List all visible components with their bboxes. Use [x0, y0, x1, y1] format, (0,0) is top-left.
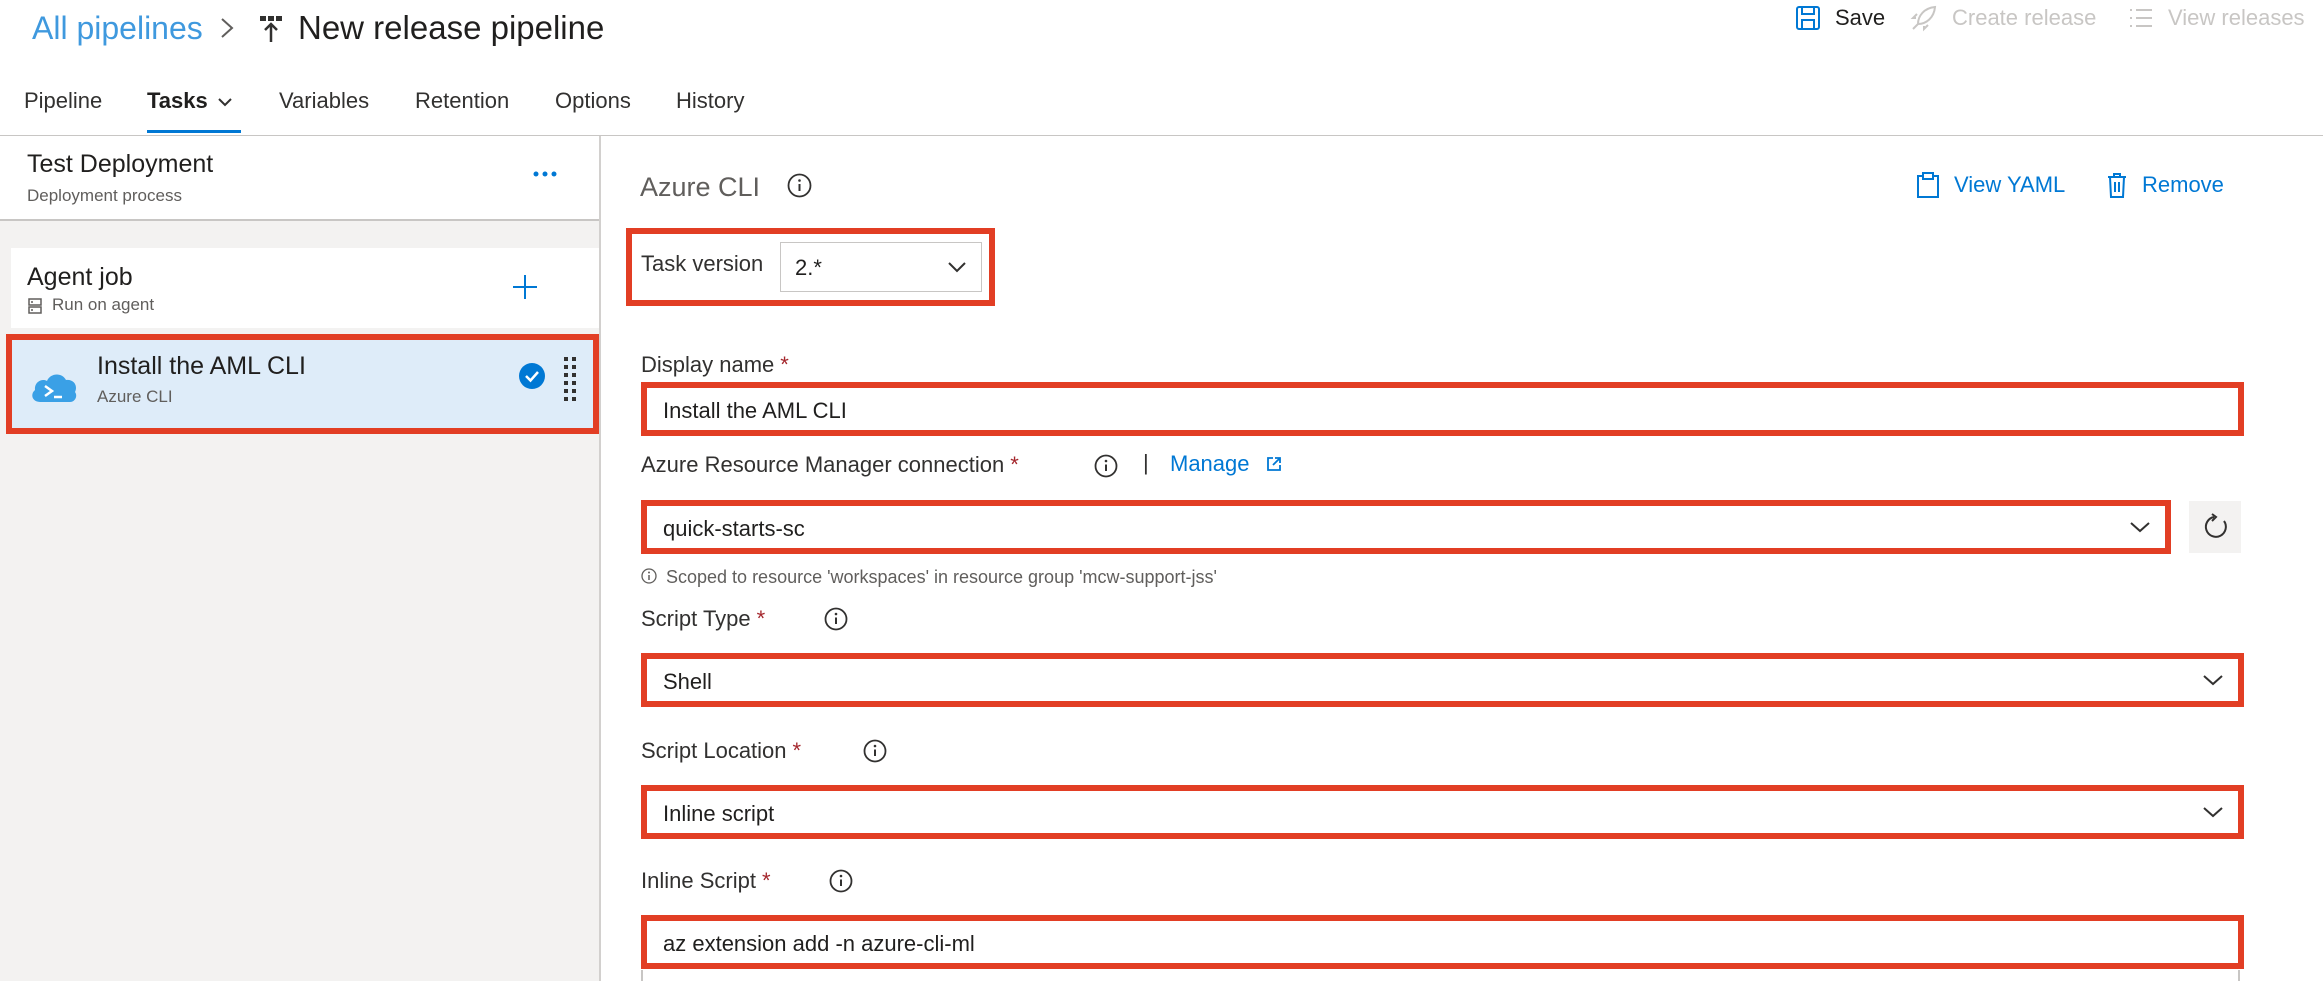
view-yaml-button[interactable]: View YAML: [1916, 168, 2065, 202]
inline-script-editor[interactable]: az extension add -n azure-cli-ml: [641, 915, 2244, 969]
create-release-label: Create release: [1952, 5, 2097, 30]
rocket-icon: [1910, 5, 1937, 32]
display-name-input[interactable]: Install the AML CLI: [641, 382, 2244, 436]
separator: |: [1143, 450, 1149, 475]
save-label: Save: [1835, 5, 1886, 30]
release-pipeline-icon: [260, 16, 282, 42]
arm-connection-select[interactable]: quick-starts-sc: [641, 500, 2171, 554]
page-title: New release pipeline: [298, 9, 605, 46]
scope-note: Scoped to resource 'workspaces' in resou…: [666, 567, 1217, 587]
script-type-value: Shell: [663, 669, 712, 694]
refresh-icon: [2204, 513, 2227, 538]
remove-label: Remove: [2142, 172, 2224, 197]
highlight-box: [6, 334, 599, 434]
stage-subtitle: Deployment process: [27, 186, 182, 205]
script-location-select[interactable]: Inline script: [641, 785, 2244, 839]
arm-connection-label: Azure Resource Manager connection *: [641, 452, 1019, 477]
active-tab-indicator: [147, 130, 241, 133]
arm-connection-value: quick-starts-sc: [663, 516, 805, 541]
save-icon: [1796, 6, 1820, 30]
tab-variables[interactable]: Variables: [279, 88, 369, 114]
info-icon[interactable]: [863, 739, 887, 763]
editor-border: [641, 970, 643, 981]
script-type-select[interactable]: Shell: [641, 653, 2244, 707]
task-title: Install the AML CLI: [97, 352, 306, 380]
tab-tasks[interactable]: Tasks: [147, 88, 208, 114]
tab-retention[interactable]: Retention: [415, 88, 509, 114]
pane-divider[interactable]: [599, 136, 601, 981]
info-icon[interactable]: [787, 173, 812, 198]
chevron-down-icon[interactable]: [217, 96, 233, 108]
manage-link[interactable]: Manage: [1170, 451, 1250, 477]
agent-job-title: Agent job: [27, 263, 133, 291]
clipboard-icon: [1917, 172, 1939, 198]
create-release-button[interactable]: Create release: [1910, 0, 2096, 36]
agent-job-subtitle: Run on agent: [52, 295, 155, 314]
azure-cli-icon: [32, 374, 77, 402]
more-icon[interactable]: [530, 164, 560, 184]
chevron-right-icon: [221, 18, 234, 38]
save-button[interactable]: Save: [1795, 0, 1885, 36]
script-location-label: Script Location *: [641, 738, 802, 763]
display-name-label: Display name *: [641, 352, 789, 377]
info-icon[interactable]: [1094, 454, 1118, 478]
breadcrumb-all-pipelines[interactable]: All pipelines: [32, 10, 203, 47]
display-name-value: Install the AML CLI: [663, 398, 847, 423]
server-icon: [28, 298, 42, 314]
info-icon[interactable]: [824, 607, 848, 631]
chevron-down-icon: [2130, 522, 2150, 533]
external-link-icon[interactable]: [1266, 456, 1282, 472]
add-task-icon[interactable]: [510, 272, 540, 302]
info-icon: [641, 568, 657, 584]
trash-icon: [2108, 173, 2126, 198]
check-circle-icon[interactable]: [518, 362, 546, 390]
tab-options[interactable]: Options: [555, 88, 631, 114]
chevron-down-icon: [948, 262, 966, 273]
view-releases-button[interactable]: View releases: [2128, 0, 2305, 36]
task-version-select[interactable]: 2.*: [780, 242, 982, 292]
list-icon: [2130, 9, 2152, 27]
tab-pipeline[interactable]: Pipeline: [24, 88, 102, 114]
chevron-down-icon: [2203, 807, 2223, 818]
task-panel-title: Azure CLI: [640, 172, 761, 202]
view-yaml-label: View YAML: [1954, 172, 2066, 197]
tab-history[interactable]: History: [676, 88, 744, 114]
refresh-button[interactable]: [2189, 501, 2241, 553]
info-icon[interactable]: [829, 869, 853, 893]
task-version-label: Task version: [641, 251, 764, 276]
remove-button[interactable]: Remove: [2106, 168, 2224, 202]
header: All pipelines New release pipeline Save …: [0, 0, 2323, 62]
stage-header[interactable]: Test Deployment Deployment process: [0, 136, 599, 221]
inline-script-label: Inline Script *: [641, 868, 771, 893]
tab-bar: Pipeline Tasks Variables Retention Optio…: [0, 78, 2323, 136]
editor-border: [2238, 970, 2240, 981]
task-subtitle: Azure CLI: [97, 387, 173, 406]
view-releases-label: View releases: [2168, 5, 2305, 30]
drag-handle-icon[interactable]: [563, 356, 577, 402]
script-type-label: Script Type *: [641, 606, 766, 631]
stage-title: Test Deployment: [27, 150, 214, 178]
chevron-down-icon: [2203, 675, 2223, 686]
script-location-value: Inline script: [663, 801, 775, 826]
inline-script-value: az extension add -n azure-cli-ml: [663, 931, 975, 956]
task-version-value: 2.*: [795, 255, 822, 280]
